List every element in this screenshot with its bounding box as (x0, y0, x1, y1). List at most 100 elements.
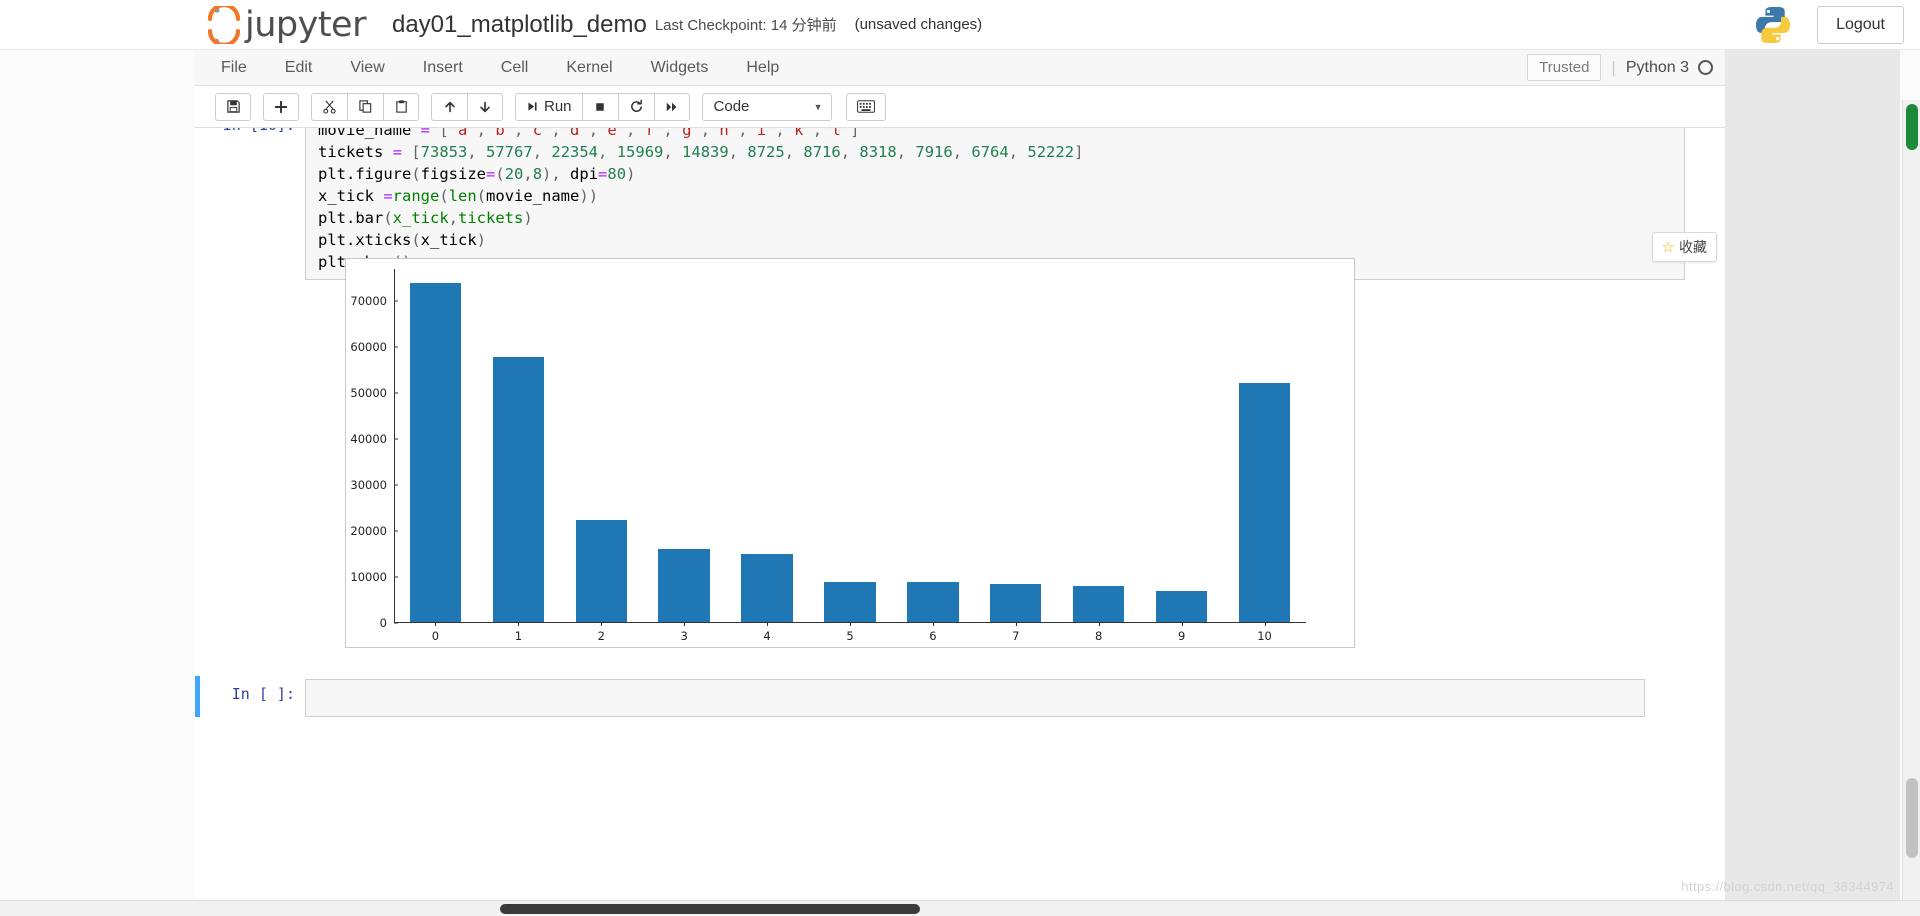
y-tick-label: 60000 (350, 340, 394, 354)
bar (409, 283, 462, 622)
horizontal-scrollbar-thumb[interactable] (500, 904, 920, 914)
left-gutter (0, 0, 195, 916)
bar (824, 582, 876, 622)
bar (1155, 591, 1208, 622)
menu-view[interactable]: View (334, 53, 400, 83)
x-tick-label: 9 (1177, 622, 1186, 643)
code-line-0: movie_name = ['a','b','c','d','e','f','g… (318, 128, 860, 139)
jupyter-logo-icon (207, 5, 241, 44)
toolbar-group-palette (845, 92, 886, 121)
move-cell-up-button[interactable] (431, 92, 467, 121)
menubar: File Edit View Insert Cell Kernel Widget… (195, 50, 1725, 86)
code-line-4: plt.bar(x_tick,tickets) (318, 209, 533, 227)
bar-slot: 3 (643, 269, 726, 643)
code-line-5: plt.xticks(x_tick) (318, 231, 487, 249)
bar-slot: 8 (1057, 269, 1140, 643)
jupyter-notebook-screen: jupyter day01_matplotlib_demo Last Check… (0, 0, 1920, 916)
menu-cell[interactable]: Cell (485, 53, 545, 83)
status-separator: | (1611, 57, 1616, 77)
bar-slot: 4 (726, 269, 809, 643)
vertical-scrollbar-thumb-top[interactable] (1906, 104, 1918, 150)
code-line-3: x_tick =range(len(movie_name)) (318, 187, 599, 205)
bar (990, 583, 1042, 622)
chevron-down-icon: ▼ (813, 101, 823, 112)
menu-edit[interactable]: Edit (269, 53, 329, 83)
toolbar-group-move (431, 92, 503, 121)
star-icon: ☆ (1661, 239, 1675, 256)
x-tick-label: 10 (1257, 622, 1272, 643)
trusted-badge[interactable]: Trusted (1527, 54, 1602, 81)
restart-and-run-all-button[interactable] (653, 92, 690, 121)
bar-slot: 7 (974, 269, 1057, 643)
bar (1073, 585, 1125, 622)
unsaved-changes-label: (unsaved changes) (854, 16, 983, 33)
interrupt-kernel-button[interactable] (581, 92, 618, 121)
bar (492, 357, 545, 622)
x-tick-label: 1 (514, 622, 523, 643)
last-checkpoint-label: Last Checkpoint: 14 分钟前 (654, 17, 837, 34)
cell-output-area: 0 10000 20000 30000 40000 50000 60000 70000 0 1 2… (195, 258, 1685, 648)
bar-slot: 10 (1223, 269, 1306, 643)
paste-cell-button[interactable] (383, 92, 419, 121)
save-button[interactable] (215, 92, 251, 121)
insert-cell-below-button[interactable] (263, 92, 299, 121)
run-button-label: Run (544, 98, 572, 115)
page-header: jupyter day01_matplotlib_demo Last Check… (0, 0, 1920, 50)
bar-series: 0 1 2 3 4 5 6 7 8 9 10 (394, 269, 1306, 643)
cell-type-select[interactable]: Code ▼ (701, 92, 832, 121)
vertical-scrollbar[interactable] (1902, 100, 1920, 900)
y-tick-label: 30000 (350, 478, 394, 492)
vertical-scrollbar-thumb[interactable] (1906, 778, 1918, 858)
menubar-status-group: Trusted | Python 3 (1527, 54, 1725, 81)
notebook-body: In [10]: movie_name = ['a','b','c','d','… (195, 128, 1725, 916)
restart-kernel-button[interactable] (617, 92, 654, 121)
toolbar: Run Code ▼ (195, 86, 1725, 128)
toolbar-group-clipboard (311, 92, 419, 121)
bar-slot: 5 (809, 269, 892, 643)
bar-slot: 1 (477, 269, 560, 643)
menu-help[interactable]: Help (730, 53, 795, 83)
empty-code-cell[interactable]: In [ ]: (195, 676, 1685, 717)
jupyter-brand[interactable]: jupyter (207, 5, 366, 45)
logout-button[interactable]: Logout (1817, 5, 1904, 44)
bar (741, 553, 793, 622)
menu-widgets[interactable]: Widgets (635, 53, 725, 83)
notebook-title[interactable]: day01_matplotlib_demo (392, 11, 647, 39)
bar (658, 548, 710, 622)
empty-cell-prompt: In [ ]: (231, 685, 295, 703)
bar-slot: 2 (560, 269, 643, 643)
x-tick-label: 3 (680, 622, 688, 643)
x-tick-label: 5 (846, 622, 854, 643)
empty-cell-input[interactable] (305, 679, 1645, 717)
x-tick-label: 4 (763, 622, 771, 643)
toolbar-group-file (215, 92, 251, 121)
menu-insert[interactable]: Insert (407, 53, 479, 83)
menu-file[interactable]: File (205, 53, 263, 83)
watermark: https://blog.csdn.net/qq_38344974 (1681, 879, 1894, 894)
bar (907, 582, 959, 622)
horizontal-scrollbar[interactable] (0, 900, 1920, 916)
command-palette-button[interactable] (845, 92, 886, 121)
x-tick-label: 2 (597, 622, 605, 643)
code-line-1: tickets = [73853, 57767, 22354, 15969, 1… (318, 143, 1084, 161)
menu-kernel[interactable]: Kernel (550, 53, 628, 83)
move-cell-down-button[interactable] (467, 92, 503, 121)
bar-slot: 9 (1140, 269, 1223, 643)
cut-cell-button[interactable] (311, 92, 347, 121)
x-tick-label: 7 (1012, 622, 1020, 643)
run-button[interactable]: Run (515, 92, 582, 121)
bar-slot: 0 (394, 269, 477, 643)
copy-cell-button[interactable] (347, 92, 383, 121)
python-logo-icon (1751, 3, 1795, 47)
matplotlib-bar-chart: 0 10000 20000 30000 40000 50000 60000 70000 0 1 2… (345, 258, 1355, 648)
toolbar-group-insert (263, 92, 299, 121)
cell-type-value: Code (713, 98, 750, 115)
toolbar-group-run: Run (515, 92, 690, 121)
y-tick-label: 70000 (350, 294, 394, 308)
brand-word: jupyter (245, 4, 366, 45)
y-tick-label: 20000 (350, 524, 394, 538)
plot-area: 0 10000 20000 30000 40000 50000 60000 70000 0 1 2… (350, 269, 1306, 643)
header-right-group: Logout (1751, 3, 1904, 47)
x-tick-label: 6 (929, 622, 937, 643)
kernel-idle-circle-icon (1698, 60, 1713, 75)
